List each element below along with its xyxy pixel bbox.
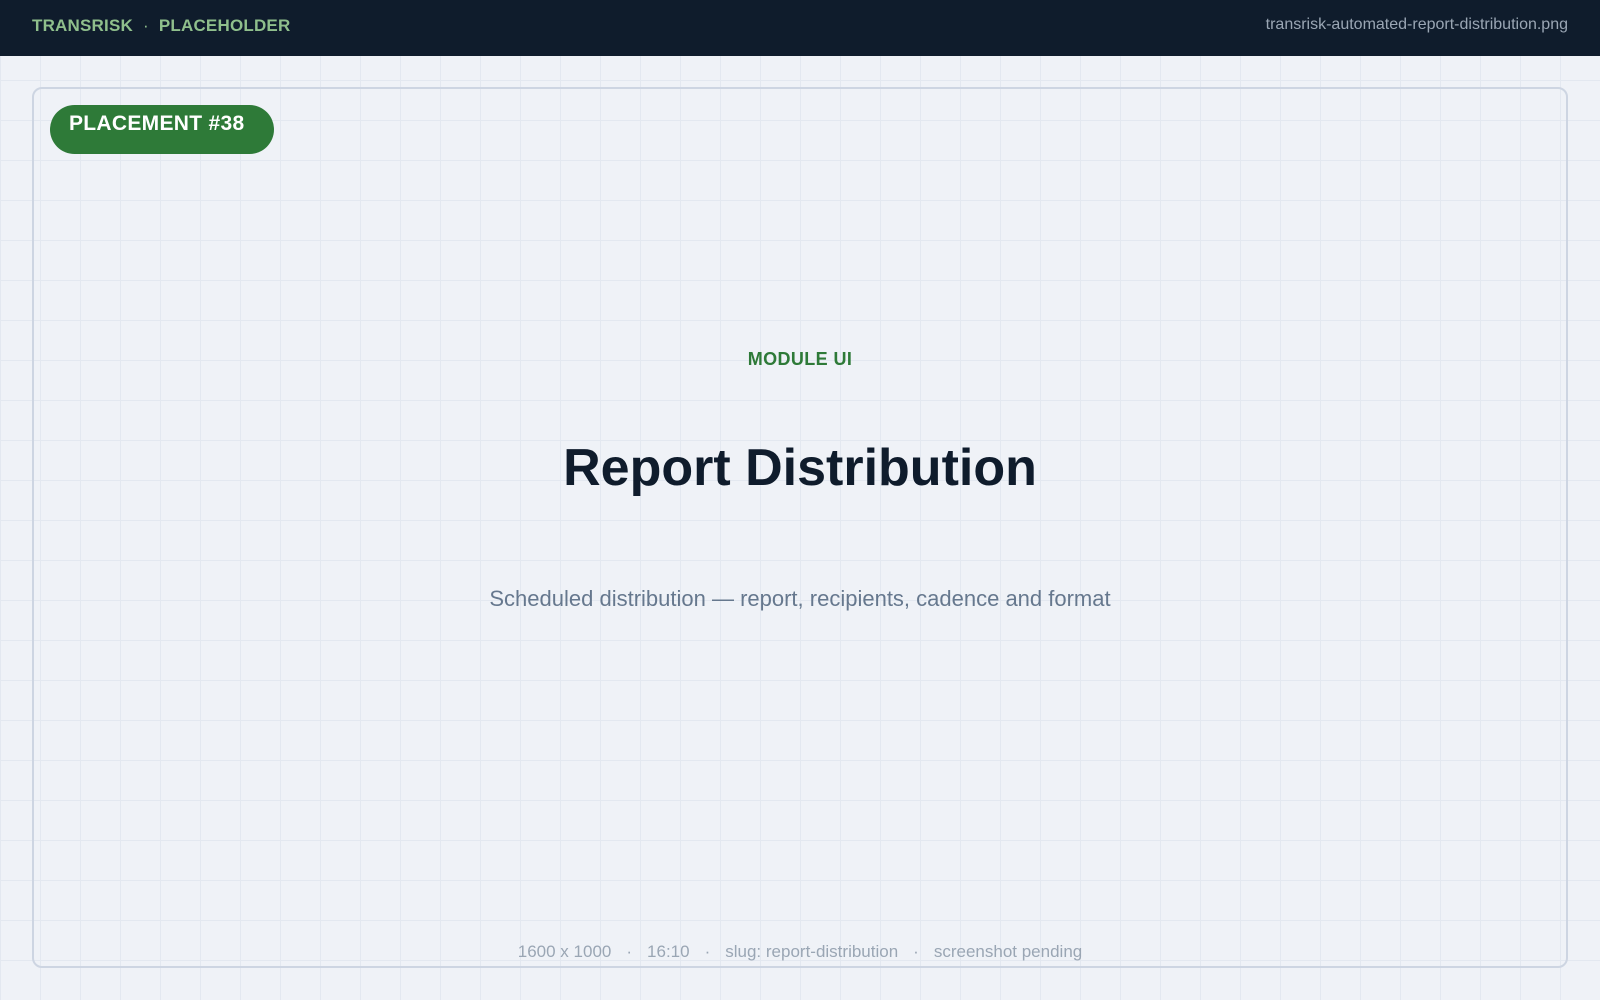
meta-separator: · <box>626 942 633 961</box>
meta-dimensions: 1600 x 1000 <box>517 942 612 961</box>
brand-name: TRANSRISK <box>32 16 133 35</box>
page-subtitle: Scheduled distribution — report, recipie… <box>489 586 1111 611</box>
module-eyebrow: MODULE UI <box>747 349 853 369</box>
page-title: Report Distribution <box>563 439 1037 497</box>
top-bar: TRANSRISK · PLACEHOLDER transrisk-automate… <box>0 0 1600 56</box>
brand-separator: · <box>142 16 149 35</box>
meta-aspect-ratio: 16:10 <box>647 942 690 961</box>
file-name: transrisk-automated-report-distribution.… <box>1265 16 1568 33</box>
brand-breadcrumb: TRANSRISK · PLACEHOLDER <box>32 16 290 36</box>
section-label: PLACEHOLDER <box>158 16 291 35</box>
placement-badge: PLACEMENT #38 <box>50 105 274 154</box>
meta-status: screenshot pending <box>933 942 1083 961</box>
placeholder-frame <box>32 87 1568 968</box>
meta-slug: slug: report-distribution <box>725 942 899 961</box>
meta-separator: · <box>704 942 711 961</box>
meta-separator: · <box>913 942 919 961</box>
footer-meta: 1600 x 1000 · 16:10 · slug: report-distribut… <box>0 942 1600 962</box>
